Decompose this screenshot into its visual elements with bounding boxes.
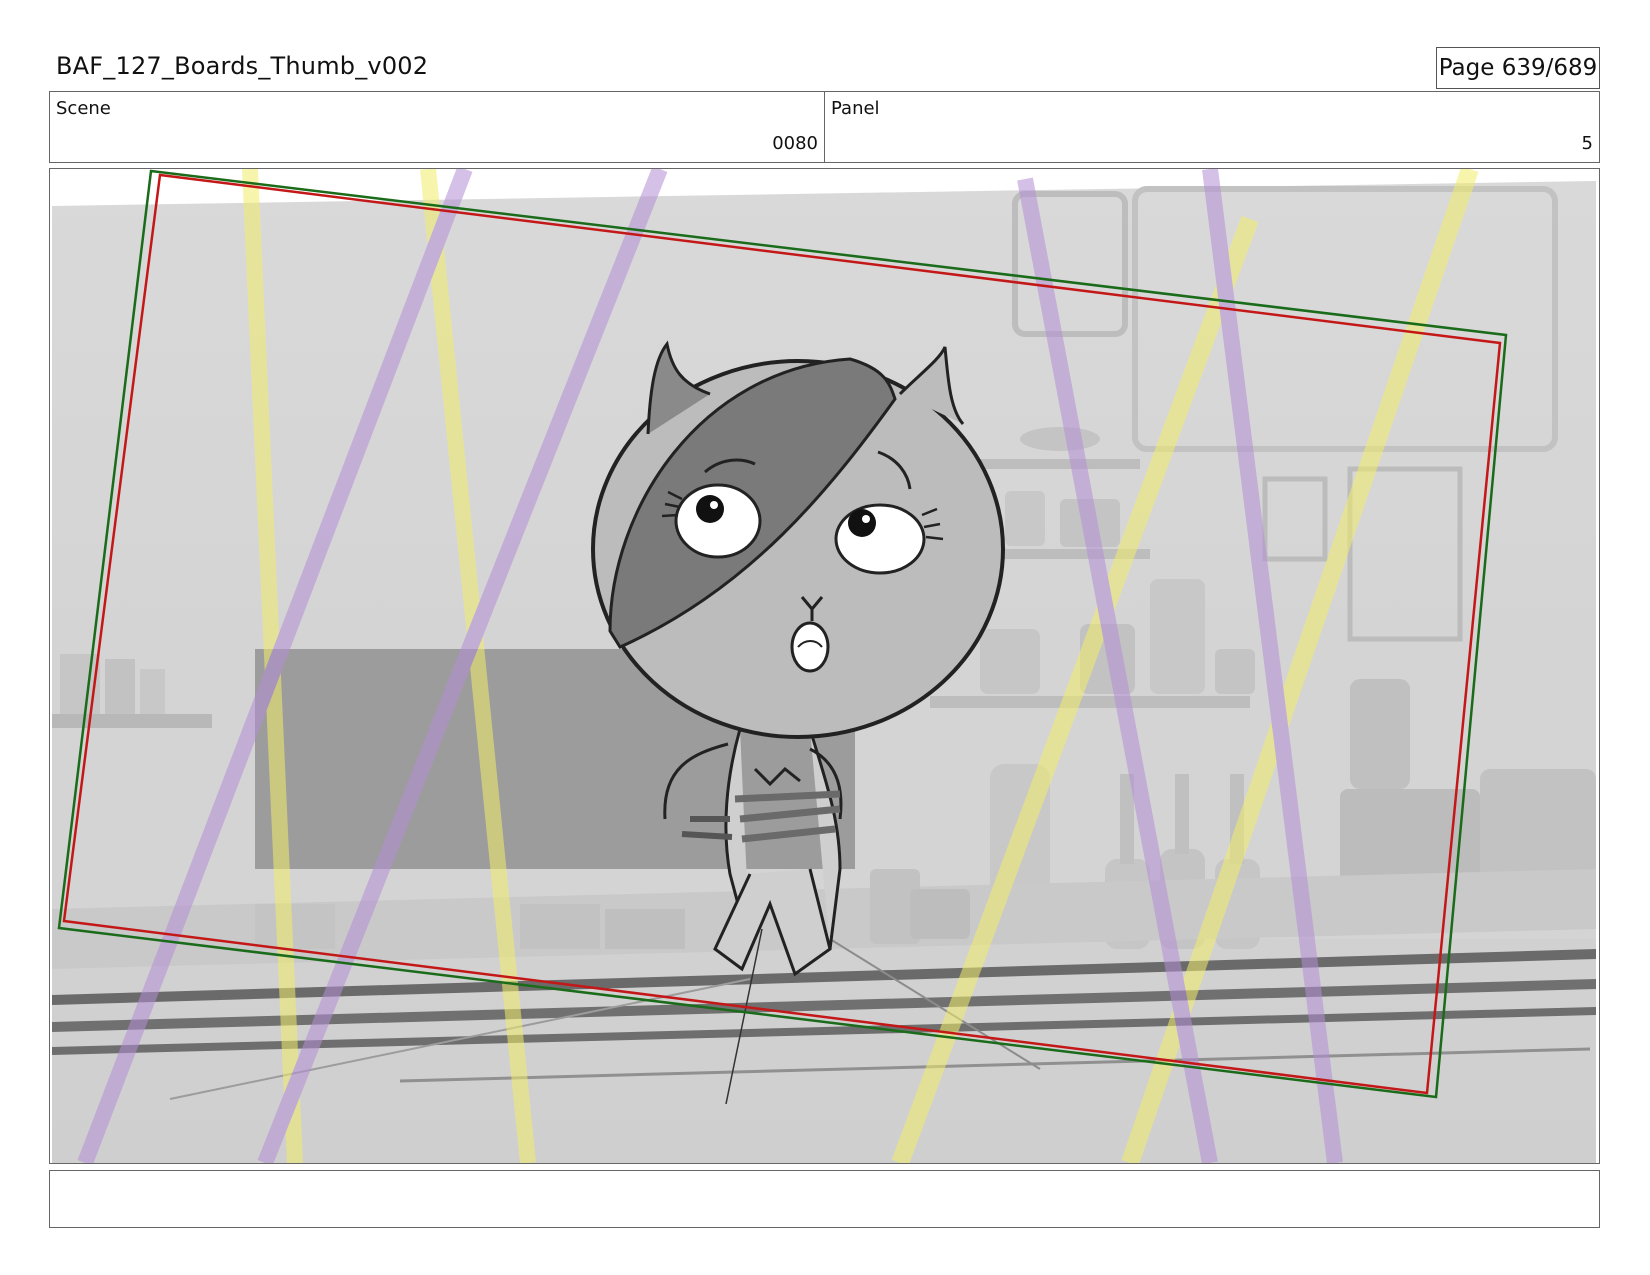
- panel-meta-row: Scene 0080 Panel 5: [49, 91, 1600, 163]
- panel-cell: Panel 5: [824, 92, 1599, 162]
- scene-cell: Scene 0080: [50, 92, 824, 162]
- scene-value: 0080: [772, 133, 818, 154]
- storyboard-image: [52, 169, 1596, 1163]
- page-counter: Page 639/689: [1436, 47, 1600, 89]
- scene-label: Scene: [56, 98, 111, 119]
- panel-label: Panel: [831, 98, 880, 119]
- notes-box[interactable]: [49, 1170, 1600, 1228]
- storyboard-frame: [49, 168, 1600, 1164]
- panel-value: 5: [1581, 133, 1593, 154]
- document-title: BAF_127_Boards_Thumb_v002: [56, 52, 429, 80]
